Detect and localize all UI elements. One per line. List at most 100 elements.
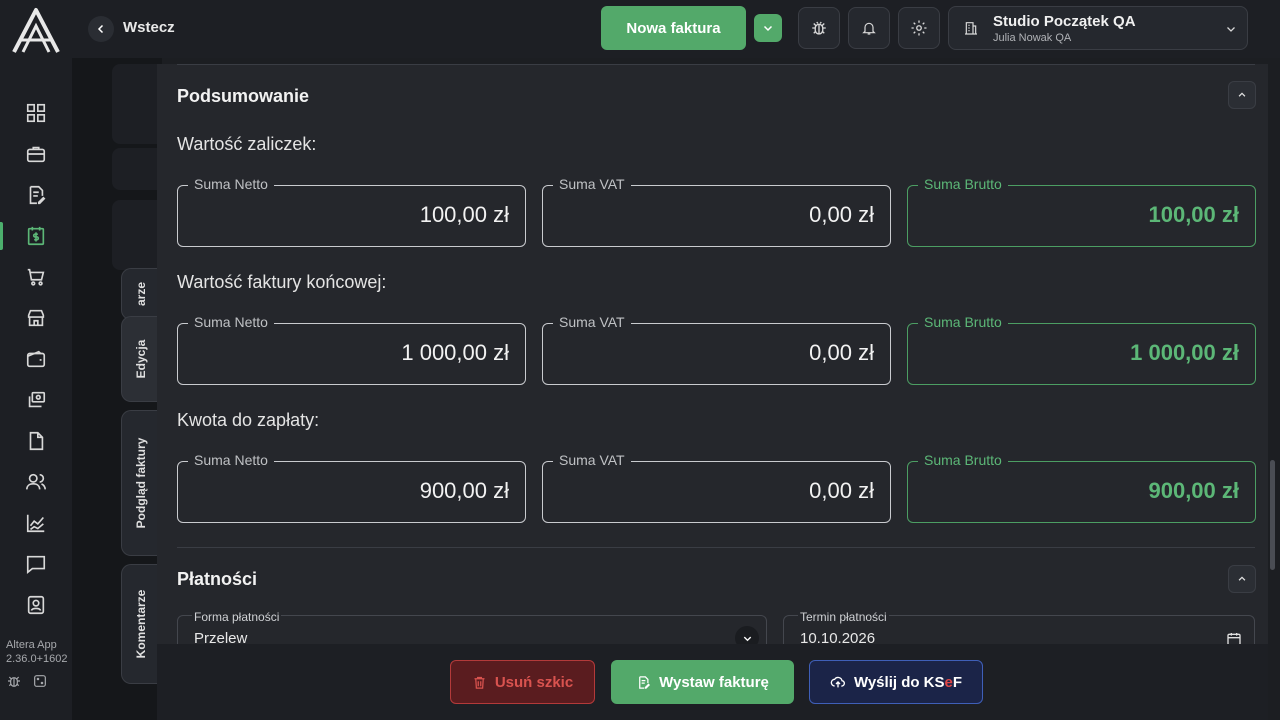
- store-icon: [27, 309, 45, 327]
- briefcase-icon: [26, 146, 46, 163]
- trash-icon: [474, 676, 485, 689]
- cloud-upload-icon: [830, 676, 845, 688]
- background-card: [112, 64, 162, 144]
- send-to-ksef-button[interactable]: Wyślij do KSeF: [809, 660, 983, 704]
- scrollbar[interactable]: [1270, 460, 1275, 570]
- payment-due-label: Termin płatności: [798, 610, 889, 624]
- app-logo[interactable]: [10, 6, 62, 54]
- new-invoice-button[interactable]: Nowa faktura: [601, 6, 746, 50]
- send-to-ksef-label: Wyślij do KSeF: [854, 674, 962, 691]
- to-pay-netto-field: Suma Netto 900,00 zł: [177, 452, 526, 523]
- ksef-label-pre: Wyślij do KS: [853, 673, 945, 691]
- summary-title: Podsumowanie: [177, 86, 310, 106]
- version-icons: [6, 673, 48, 689]
- tab-preview[interactable]: Podgląd faktury: [121, 410, 159, 556]
- field-label: Suma Netto: [188, 176, 274, 192]
- nav-messages[interactable]: [0, 546, 72, 582]
- settings-button[interactable]: [898, 7, 940, 49]
- payments-collapse-button[interactable]: [1228, 565, 1256, 593]
- field-label: Suma Netto: [188, 452, 274, 468]
- field-label: Suma VAT: [553, 452, 631, 468]
- nav-file[interactable]: [0, 423, 72, 459]
- app-name: Altera App: [6, 639, 57, 651]
- main-panel: Podsumowanie Wartość zaliczek: Suma Nett…: [157, 64, 1268, 720]
- divider: [177, 64, 1255, 65]
- contact-icon: [27, 595, 45, 615]
- nav-briefcase[interactable]: [0, 136, 72, 172]
- field-value: 0,00 zł: [809, 340, 874, 365]
- tab-partial[interactable]: arze: [121, 268, 159, 320]
- nav-documents[interactable]: [0, 177, 72, 213]
- payment-method-label: Forma płatności: [192, 610, 282, 624]
- dashboard-icon: [26, 103, 46, 123]
- chevron-down-icon: [743, 636, 751, 641]
- notifications-button[interactable]: [848, 7, 890, 49]
- back-button[interactable]: [88, 16, 114, 42]
- file-icon: [29, 431, 44, 451]
- bug-icon[interactable]: [6, 673, 22, 689]
- issue-invoice-button[interactable]: Wystaw fakturę: [611, 660, 794, 704]
- final-netto-field: Suma Netto 1 000,00 zł: [177, 314, 526, 385]
- exchange-icon: [28, 391, 46, 408]
- advances-vat-field: Suma VAT 0,00 zł: [542, 176, 891, 247]
- delete-draft-button[interactable]: Usuń szkic: [450, 660, 595, 704]
- field-value: 0,00 zł: [809, 478, 874, 503]
- nav-exchange[interactable]: [0, 382, 72, 418]
- dice-icon[interactable]: [32, 673, 48, 689]
- back-label[interactable]: Wstecz: [123, 19, 175, 36]
- tab-comments[interactable]: Komentarze: [121, 564, 159, 684]
- nav-users[interactable]: [0, 464, 72, 500]
- gear-icon: [911, 20, 927, 36]
- company-selector[interactable]: Studio Początek QA Julia Nowak QA: [948, 6, 1248, 50]
- field-value: 0,00 zł: [809, 202, 874, 227]
- bug-icon: [812, 21, 826, 35]
- new-invoice-dropdown-button[interactable]: [754, 14, 782, 42]
- app-version: Altera App 2.36.0+1602: [6, 638, 67, 666]
- nav-store[interactable]: [0, 300, 72, 336]
- tab-partial-label: arze: [133, 281, 148, 307]
- action-footer: Usuń szkic Wystaw fakturę Wyślij do KSeF: [157, 644, 1268, 720]
- background-card: [112, 200, 162, 270]
- background-card: [112, 148, 162, 190]
- tab-preview-label: Podgląd faktury: [133, 437, 148, 529]
- issue-invoice-label: Wystaw fakturę: [659, 673, 769, 691]
- company-user: Julia Nowak QA: [993, 32, 1072, 44]
- final-vat-field: Suma VAT 0,00 zł: [542, 314, 891, 385]
- wallet-icon: [26, 350, 46, 368]
- group-label-advances: Wartość zaliczek:: [177, 134, 317, 154]
- delete-draft-label: Usuń szkic: [494, 673, 574, 691]
- chevron-up-icon: [1238, 92, 1246, 97]
- field-label: Suma Brutto: [918, 314, 1008, 330]
- ksef-label-e: e: [944, 673, 953, 691]
- field-label: Suma Brutto: [918, 452, 1008, 468]
- advances-brutto-field: Suma Brutto 100,00 zł: [907, 176, 1256, 247]
- chart-icon: [26, 514, 45, 533]
- group-label-final: Wartość faktury końcowej:: [177, 272, 387, 292]
- nav-contacts[interactable]: [0, 587, 72, 623]
- summary-collapse-button[interactable]: [1228, 81, 1256, 109]
- advances-netto-field: Suma Netto 100,00 zł: [177, 176, 526, 247]
- nav-dashboard[interactable]: [0, 95, 72, 131]
- users-icon: [26, 473, 46, 490]
- cart-icon: [27, 268, 45, 286]
- to-pay-brutto-field: Suma Brutto 900,00 zł: [907, 452, 1256, 523]
- nav-reports[interactable]: [0, 505, 72, 541]
- app-version-number: 2.36.0+1602: [6, 653, 68, 665]
- tab-comments-label: Komentarze: [133, 589, 148, 659]
- tab-edit[interactable]: Edycja: [121, 316, 159, 402]
- nav-invoices[interactable]: [0, 218, 72, 254]
- final-brutto-field: Suma Brutto 1 000,00 zł: [907, 314, 1256, 385]
- field-label: Suma Brutto: [918, 176, 1008, 192]
- to-pay-vat-field: Suma VAT 0,00 zł: [542, 452, 891, 523]
- field-value: 100,00 zł: [419, 202, 509, 227]
- chevron-down-icon: [763, 25, 773, 32]
- nav-wallet[interactable]: [0, 341, 72, 377]
- field-value: 900,00 zł: [1148, 478, 1239, 503]
- bell-icon: [862, 22, 876, 35]
- nav-cart[interactable]: [0, 259, 72, 295]
- company-name: Studio Początek QA: [993, 13, 1136, 30]
- bug-report-button[interactable]: [798, 7, 840, 49]
- building-icon: [965, 22, 977, 35]
- payments-title: Płatności: [177, 569, 258, 589]
- chevron-up-icon: [1238, 576, 1246, 581]
